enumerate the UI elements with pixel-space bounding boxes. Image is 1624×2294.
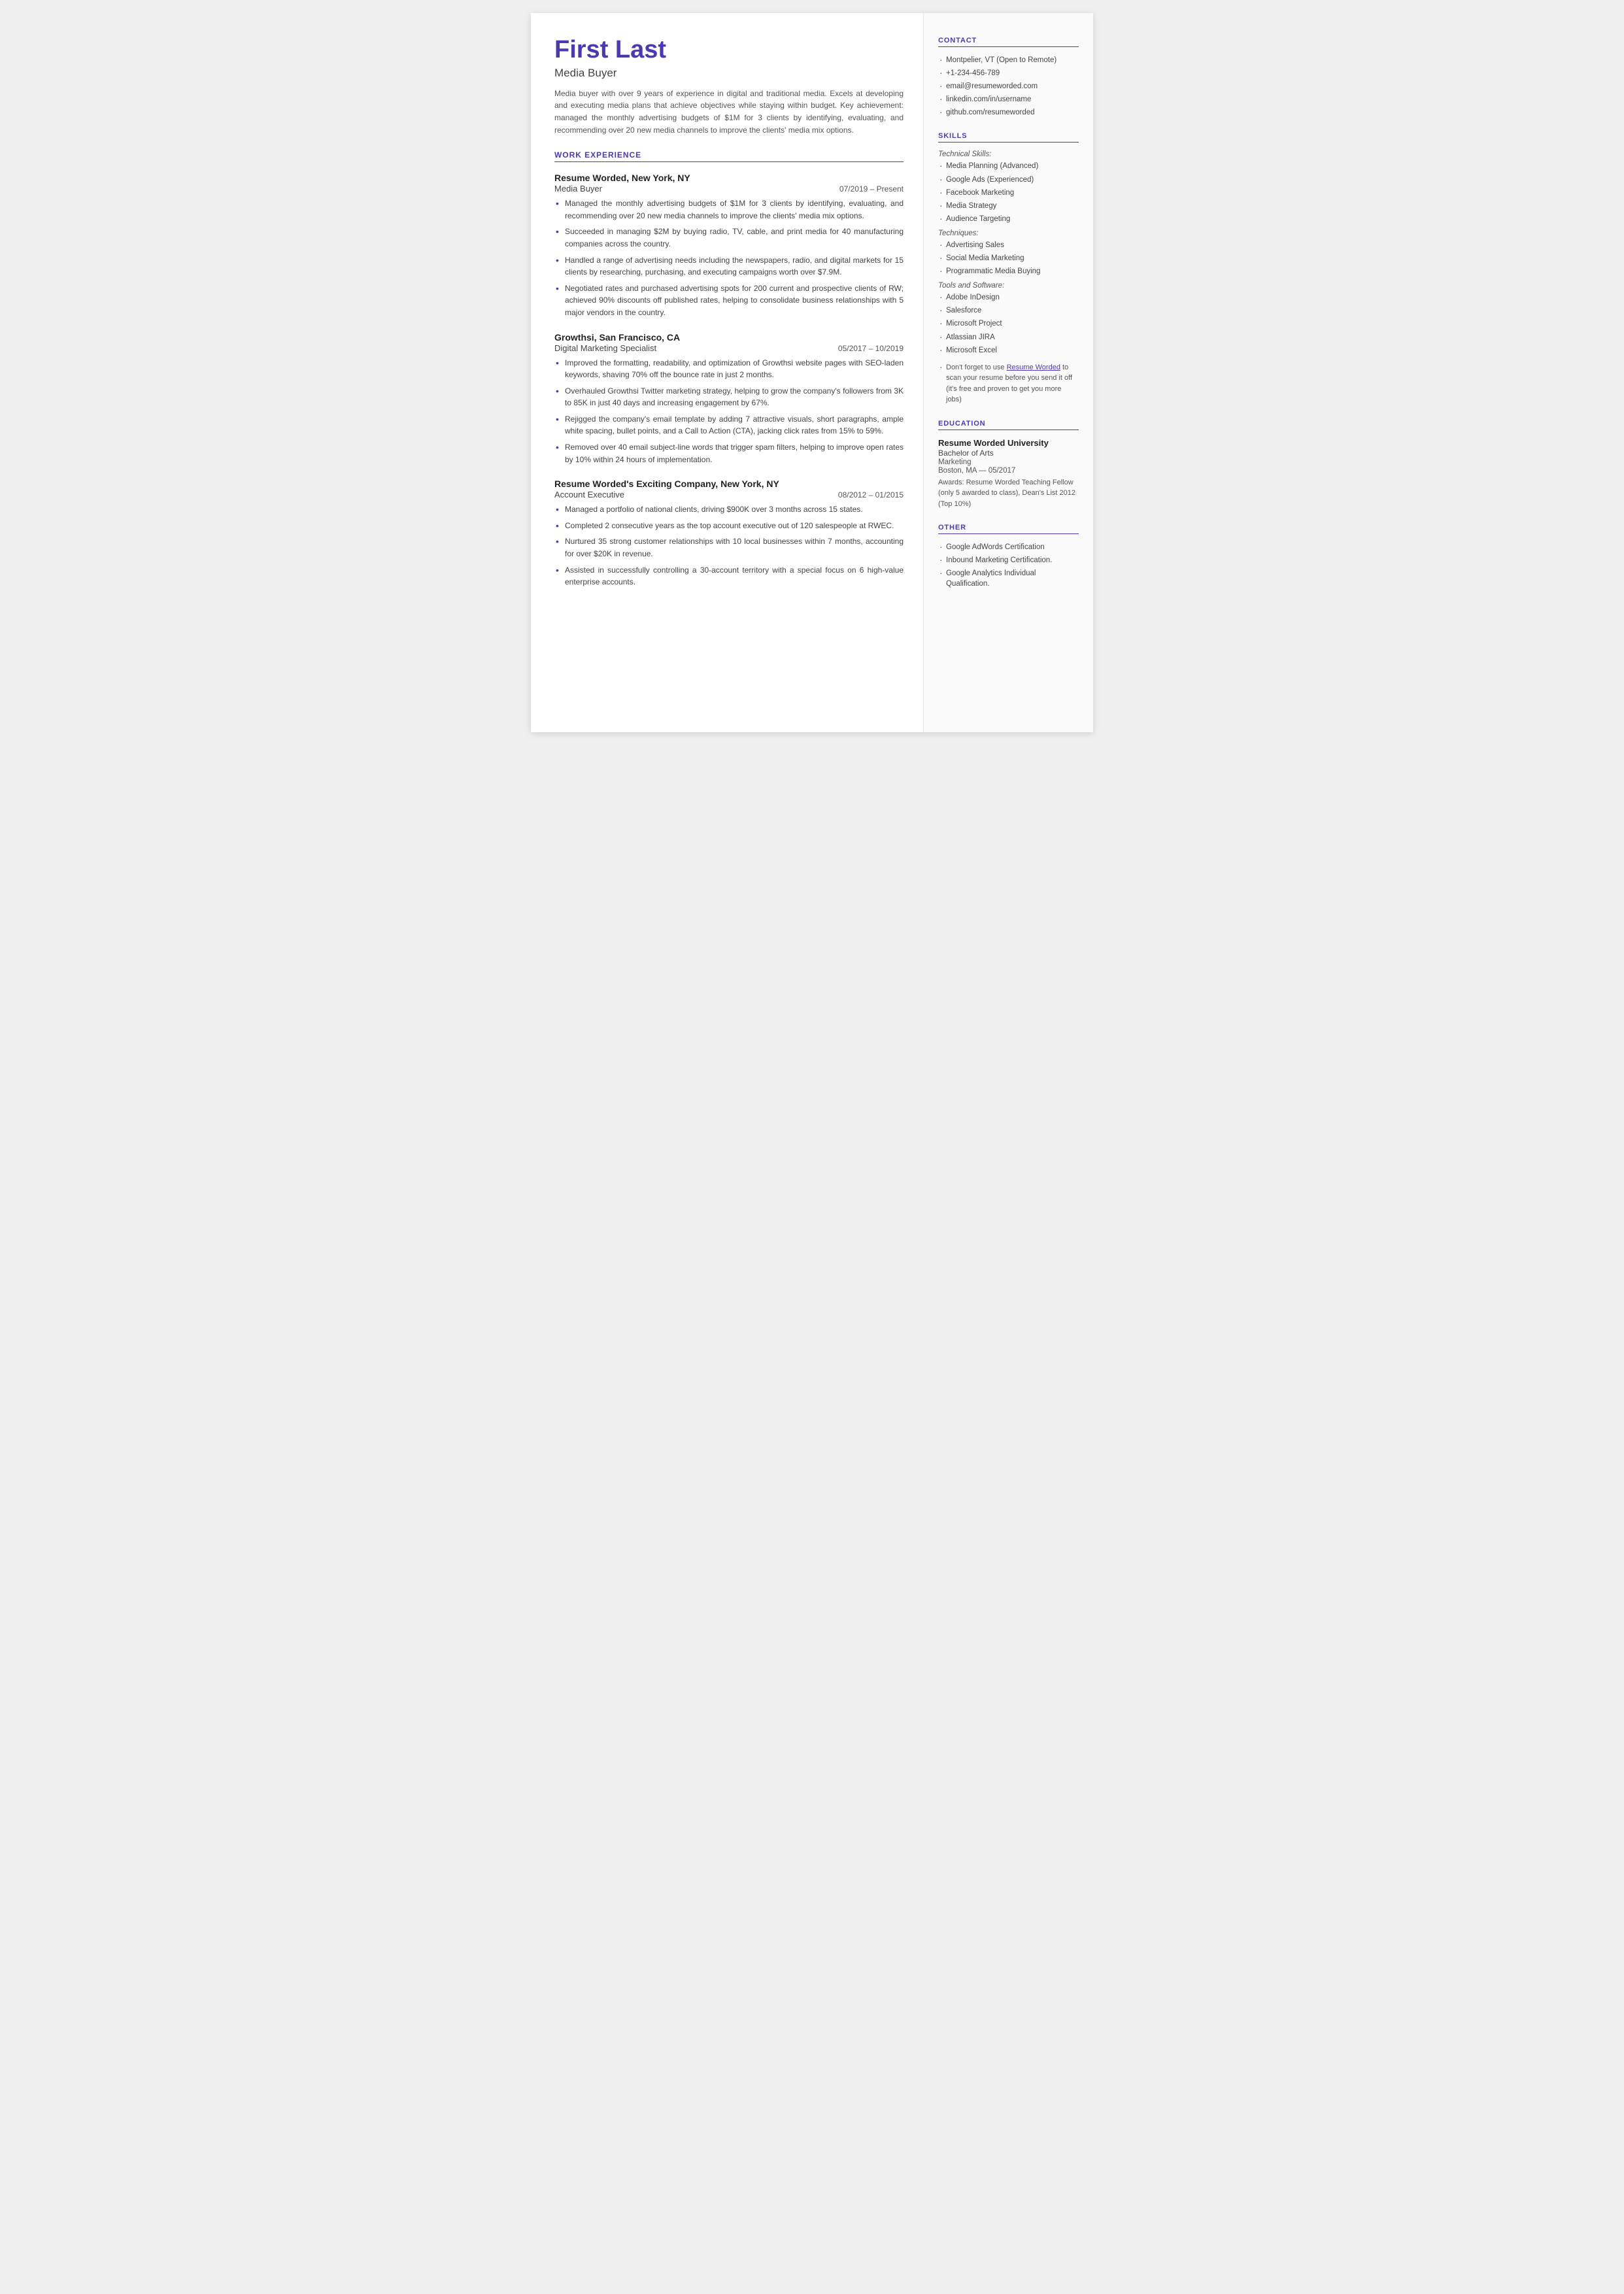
skill-item: Facebook Marketing: [938, 188, 1079, 198]
list-item: Overhauled Growthsi Twitter marketing st…: [554, 385, 904, 409]
resume-worded-link[interactable]: Resume Worded: [1007, 363, 1060, 371]
skill-item: Microsoft Excel: [938, 345, 1079, 356]
skills-section: SKILLS Technical Skills: Media Planning …: [938, 132, 1079, 405]
job-2: Growthsi, San Francisco, CA Digital Mark…: [554, 332, 904, 466]
list-item: Removed over 40 email subject-line words…: [554, 441, 904, 465]
job-1-dates: 07/2019 – Present: [839, 184, 904, 194]
skill-item: Microsoft Project: [938, 318, 1079, 329]
edu-awards: Awards: Resume Worded Teaching Fellow (o…: [938, 477, 1079, 510]
left-column: First Last Media Buyer Media buyer with …: [531, 13, 923, 732]
contact-item-github: github.com/resumeworded: [938, 107, 1079, 118]
job-3-company: Resume Worded's Exciting Company, New Yo…: [554, 479, 904, 489]
job-3: Resume Worded's Exciting Company, New Yo…: [554, 479, 904, 588]
resume-worded-promo: Don't forget to use Resume Worded to sca…: [938, 362, 1079, 405]
job-2-header-row: Digital Marketing Specialist 05/2017 – 1…: [554, 343, 904, 353]
techniques-list: Advertising Sales Social Media Marketing…: [938, 240, 1079, 277]
job-3-bullets: Managed a portfolio of national clients,…: [554, 503, 904, 588]
job-1: Resume Worded, New York, NY Media Buyer …: [554, 173, 904, 318]
job-1-company: Resume Worded, New York, NY: [554, 173, 904, 183]
edu-location-date: Boston, MA — 05/2017: [938, 467, 1079, 475]
skill-item: Atlassian JIRA: [938, 332, 1079, 343]
contact-header: CONTACT: [938, 37, 1079, 47]
technical-skills-list: Media Planning (Advanced) Google Ads (Ex…: [938, 161, 1079, 224]
job-1-header-row: Media Buyer 07/2019 – Present: [554, 184, 904, 194]
job-2-dates: 05/2017 – 10/2019: [838, 344, 904, 353]
list-item: Rejigged the company's email template by…: [554, 413, 904, 437]
other-section: OTHER Google AdWords Certification Inbou…: [938, 524, 1079, 589]
skill-item: Media Planning (Advanced): [938, 161, 1079, 171]
other-list: Google AdWords Certification Inbound Mar…: [938, 542, 1079, 589]
candidate-summary: Media buyer with over 9 years of experie…: [554, 88, 904, 136]
job-2-company: Growthsi, San Francisco, CA: [554, 332, 904, 343]
list-item: Assisted in successfully controlling a 3…: [554, 564, 904, 588]
skill-item: Programmatic Media Buying: [938, 266, 1079, 277]
edu-school: Resume Worded University: [938, 438, 1079, 448]
job-2-bullets: Improved the formatting, readability, an…: [554, 357, 904, 466]
other-item: Google Analytics Individual Qualificatio…: [938, 568, 1079, 589]
contact-item-location: Montpelier, VT (Open to Remote): [938, 55, 1079, 65]
tools-label: Tools and Software:: [938, 282, 1079, 290]
work-experience-header: WORK EXPERIENCE: [554, 150, 904, 162]
list-item: Negotiated rates and purchased advertisi…: [554, 282, 904, 319]
skill-item: Media Strategy: [938, 201, 1079, 211]
skill-item: Google Ads (Experienced): [938, 175, 1079, 185]
right-column: CONTACT Montpelier, VT (Open to Remote) …: [923, 13, 1093, 732]
edu-field: Marketing: [938, 458, 1079, 466]
education-section: EDUCATION Resume Worded University Bache…: [938, 420, 1079, 510]
list-item: Succeeded in managing $2M by buying radi…: [554, 226, 904, 250]
edu-degree: Bachelor of Arts: [938, 448, 1079, 458]
candidate-name: First Last: [554, 37, 904, 64]
contact-list: Montpelier, VT (Open to Remote) +1-234-4…: [938, 55, 1079, 118]
list-item: Improved the formatting, readability, an…: [554, 357, 904, 381]
resume-container: First Last Media Buyer Media buyer with …: [531, 13, 1093, 732]
job-2-role: Digital Marketing Specialist: [554, 343, 656, 353]
tools-list: Adobe InDesign Salesforce Microsoft Proj…: [938, 292, 1079, 355]
skills-header: SKILLS: [938, 132, 1079, 143]
skill-item: Advertising Sales: [938, 240, 1079, 250]
skill-item: Social Media Marketing: [938, 253, 1079, 263]
other-header: OTHER: [938, 524, 1079, 534]
contact-item-email: email@resumeworded.com: [938, 81, 1079, 92]
list-item: Nurtured 35 strong customer relationship…: [554, 535, 904, 560]
contact-section: CONTACT Montpelier, VT (Open to Remote) …: [938, 37, 1079, 118]
job-3-dates: 08/2012 – 01/2015: [838, 490, 904, 499]
other-item: Google AdWords Certification: [938, 542, 1079, 552]
other-item: Inbound Marketing Certification.: [938, 555, 1079, 565]
contact-item-linkedin: linkedin.com/in/username: [938, 94, 1079, 105]
skill-item: Adobe InDesign: [938, 292, 1079, 303]
skill-item: Audience Targeting: [938, 214, 1079, 224]
list-item: Handled a range of advertising needs inc…: [554, 254, 904, 278]
candidate-title: Media Buyer: [554, 67, 904, 80]
technical-skills-label: Technical Skills:: [938, 150, 1079, 158]
job-1-role: Media Buyer: [554, 184, 602, 194]
list-item: Managed a portfolio of national clients,…: [554, 503, 904, 516]
techniques-label: Techniques:: [938, 229, 1079, 237]
list-item: Completed 2 consecutive years as the top…: [554, 520, 904, 532]
contact-item-phone: +1-234-456-789: [938, 68, 1079, 78]
job-3-role: Account Executive: [554, 490, 624, 499]
job-1-bullets: Managed the monthly advertising budgets …: [554, 197, 904, 318]
job-3-header-row: Account Executive 08/2012 – 01/2015: [554, 490, 904, 499]
skill-item: Salesforce: [938, 305, 1079, 316]
education-header: EDUCATION: [938, 420, 1079, 430]
list-item: Managed the monthly advertising budgets …: [554, 197, 904, 222]
